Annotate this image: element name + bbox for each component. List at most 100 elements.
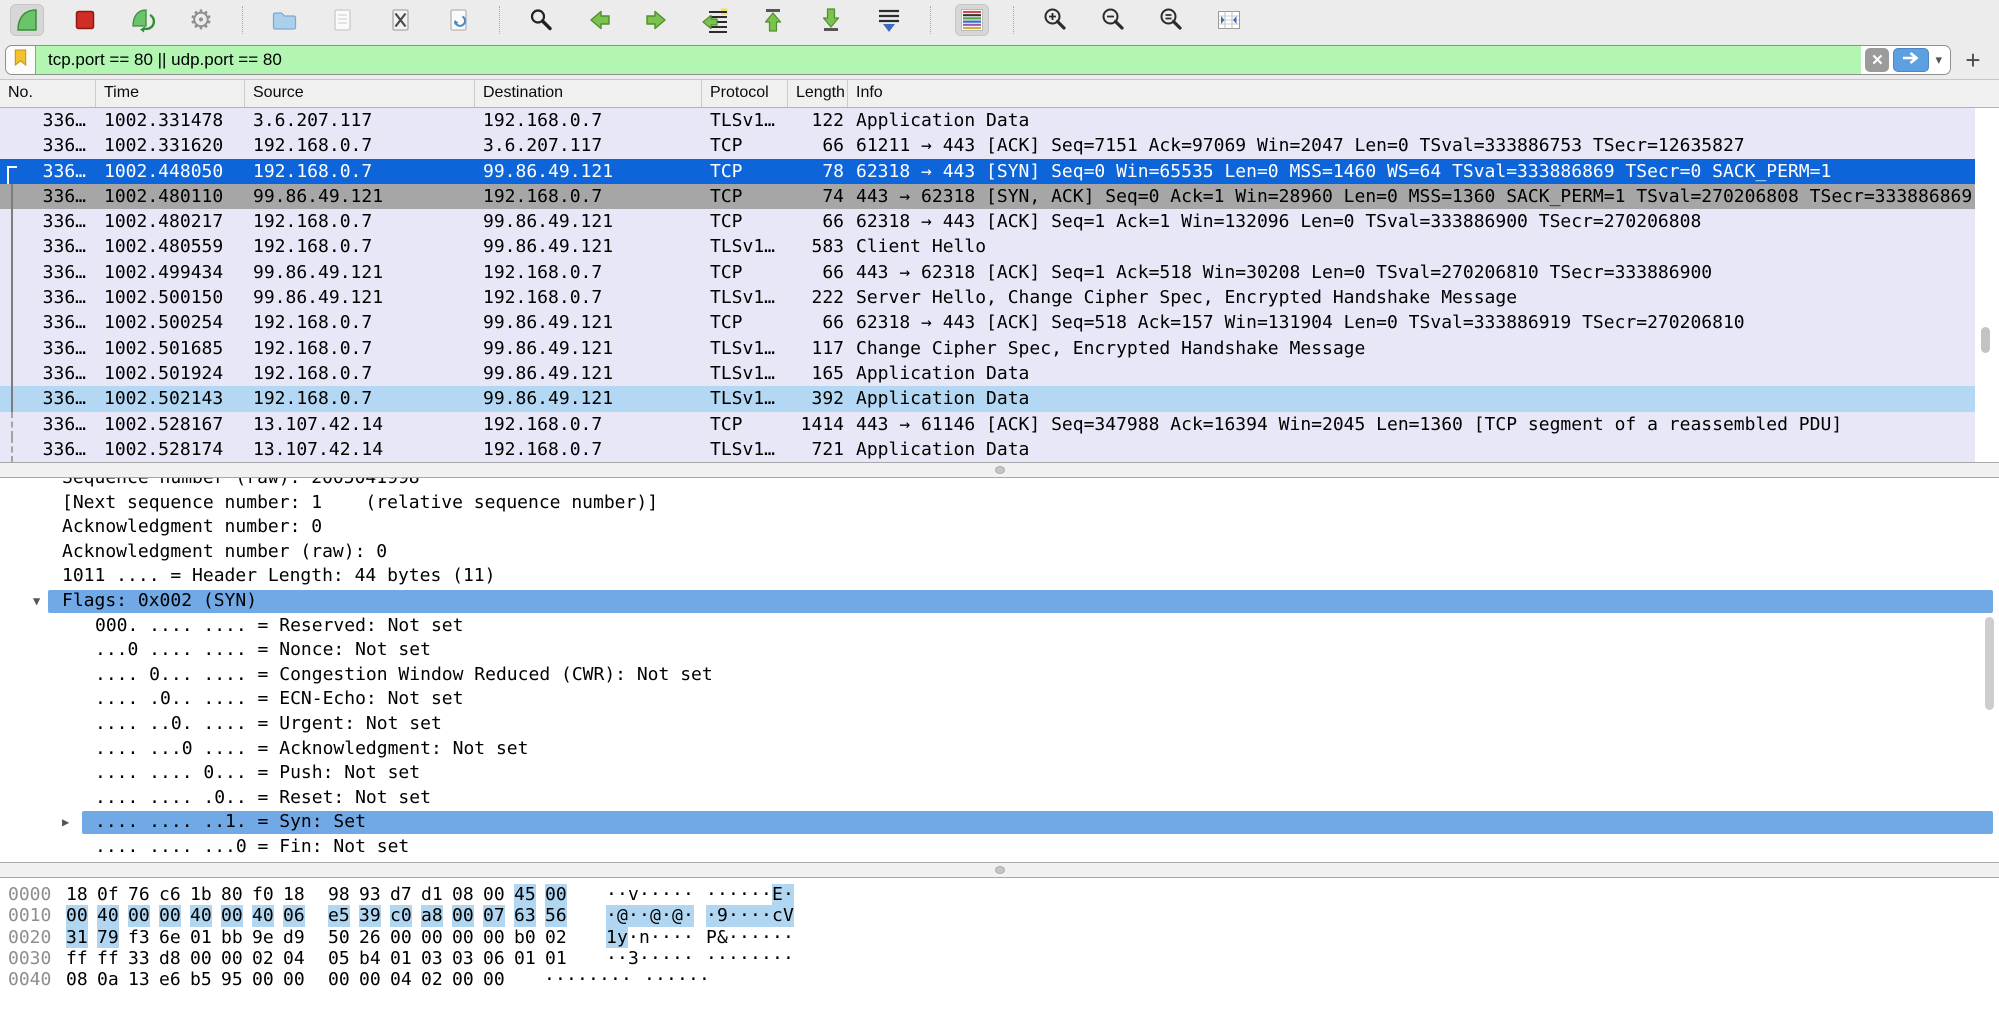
expand-arrow-icon[interactable]: ▶ [62, 810, 69, 835]
restart-capture-button[interactable] [126, 4, 160, 36]
detail-line[interactable]: .... ..0. .... = Urgent: Not set [0, 712, 1999, 737]
packet-row[interactable]: 336…1002.3314783.6.207.117192.168.0.7TLS… [0, 108, 1975, 133]
apply-filter-button[interactable] [1893, 48, 1929, 72]
detail-line[interactable]: 000. .... .... = Reserved: Not set [0, 614, 1999, 639]
packet-row[interactable]: 336…1002.52817413.107.42.14192.168.0.7TL… [0, 437, 1975, 462]
go-to-packet-button[interactable] [698, 4, 732, 36]
go-back-button[interactable] [582, 4, 616, 36]
reload-file-button[interactable] [441, 4, 475, 36]
column-header-protocol[interactable]: Protocol [702, 80, 788, 107]
pane-splitter-bottom[interactable] [0, 862, 1999, 878]
detail-text: ...0 .... .... = Nonce: Not set [95, 638, 431, 663]
go-last-packet-button[interactable] [814, 4, 848, 36]
column-header-no[interactable]: No. [0, 80, 96, 107]
detail-line[interactable]: .... .... .0.. = Reset: Not set [0, 786, 1999, 811]
no-cell: 336… [0, 108, 96, 133]
open-file-button[interactable] [267, 4, 301, 36]
packet-row[interactable]: 336…1002.50015099.86.49.121192.168.0.7TL… [0, 285, 1975, 310]
resize-columns-button[interactable] [1212, 4, 1246, 36]
protocol-cell: TLSv1… [702, 336, 788, 361]
colorize-button[interactable] [955, 4, 989, 36]
detail-line[interactable]: .... .... ...0 = Fin: Not set [0, 835, 1999, 860]
packet-row[interactable]: 336…1002.501924192.168.0.799.86.49.121TL… [0, 361, 1975, 386]
time-cell: 1002.528174 [96, 437, 245, 462]
find-packet-button[interactable] [524, 4, 558, 36]
go-first-packet-button[interactable] [756, 4, 790, 36]
packet-row[interactable]: 336…1002.480559192.168.0.799.86.49.121TL… [0, 234, 1975, 259]
detail-line[interactable]: Acknowledgment number (raw): 0 [0, 540, 1999, 565]
stop-capture-button[interactable] [68, 4, 102, 36]
info-cell: Change Cipher Spec, Encrypted Handshake … [848, 336, 1975, 361]
packet-row[interactable]: 336…1002.480217192.168.0.799.86.49.121TC… [0, 209, 1975, 234]
detail-line[interactable]: .... .0.. .... = ECN-Echo: Not set [0, 687, 1999, 712]
hex-row[interactable]: 00203179f36e01bb9ed9502600000000b0021y·n… [0, 927, 1999, 948]
collapse-arrow-icon[interactable]: ▼ [33, 589, 40, 614]
column-header-destination[interactable]: Destination [475, 80, 702, 107]
info-cell: Application Data [848, 437, 1975, 462]
detail-line[interactable]: Acknowledgment number: 0 [0, 515, 1999, 540]
detail-line[interactable]: ▶.... .... ..1. = Syn: Set [0, 810, 1999, 835]
destination-cell: 99.86.49.121 [475, 336, 702, 361]
arrow-up-bar-icon [759, 6, 787, 34]
go-forward-button[interactable] [640, 4, 674, 36]
detail-line[interactable]: .... ...0 .... = Acknowledgment: Not set [0, 737, 1999, 762]
length-cell: 66 [788, 260, 848, 285]
column-header-info[interactable]: Info [848, 80, 1975, 107]
no-cell: 336… [0, 260, 96, 285]
column-header-length[interactable]: Length [788, 80, 848, 107]
detail-line[interactable]: ...0 .... .... = Nonce: Not set [0, 638, 1999, 663]
packet-row[interactable]: 336…1002.501685192.168.0.799.86.49.121TL… [0, 336, 1975, 361]
length-cell: 583 [788, 234, 848, 259]
packet-row[interactable]: 336…1002.448050192.168.0.799.86.49.121TC… [0, 159, 1975, 184]
packet-row[interactable]: 336…1002.52816713.107.42.14192.168.0.7TC… [0, 412, 1975, 437]
destination-cell: 99.86.49.121 [475, 234, 702, 259]
length-cell: 78 [788, 159, 848, 184]
time-cell: 1002.480217 [96, 209, 245, 234]
detail-line[interactable]: .... .... 0... = Push: Not set [0, 761, 1999, 786]
save-file-button[interactable] [325, 4, 359, 36]
filter-bookmark-button[interactable] [6, 46, 36, 74]
packet-row[interactable]: 336…1002.502143192.168.0.799.86.49.121TL… [0, 386, 1975, 411]
details-scrollbar-thumb[interactable] [1985, 617, 1994, 710]
hex-row[interactable]: 0000180f76c61b80f0189893d7d108004500··v·… [0, 884, 1999, 905]
close-file-button[interactable] [383, 4, 417, 36]
time-cell: 1002.331620 [96, 133, 245, 158]
filter-dropdown-button[interactable]: ▾ [1933, 52, 1944, 68]
detail-line[interactable]: [Next sequence number: 1 (relative seque… [0, 491, 1999, 516]
display-filter-input[interactable]: tcp.port == 80 || udp.port == 80 [36, 46, 1861, 74]
zoom-100-button[interactable] [1154, 4, 1188, 36]
protocol-cell: TCP [702, 159, 788, 184]
protocol-cell: TLSv1… [702, 361, 788, 386]
no-cell: 336… [0, 437, 96, 462]
time-cell: 1002.499434 [96, 260, 245, 285]
source-cell: 99.86.49.121 [245, 285, 475, 310]
column-header-time[interactable]: Time [96, 80, 245, 107]
add-filter-button[interactable]: + [1957, 43, 1989, 77]
capture-options-button[interactable]: ⚙ [184, 4, 218, 36]
start-capture-button[interactable] [10, 4, 44, 36]
toolbar-separator [499, 6, 500, 34]
ascii-bytes: ··3············· [606, 948, 794, 969]
packet-row[interactable]: 336…1002.49943499.86.49.121192.168.0.7TC… [0, 260, 1975, 285]
detail-line[interactable]: Sequence number (raw): 2005041998 [0, 478, 1999, 491]
column-header-source[interactable]: Source [245, 80, 475, 107]
detail-line[interactable]: 1011 .... = Header Length: 44 bytes (11) [0, 564, 1999, 589]
zoom-out-button[interactable] [1096, 4, 1130, 36]
packet-row[interactable]: 336…1002.500254192.168.0.799.86.49.121TC… [0, 310, 1975, 335]
packet-row[interactable]: 336…1002.48011099.86.49.121192.168.0.7TC… [0, 184, 1975, 209]
toolbar-separator [242, 6, 243, 34]
zoom-in-button[interactable] [1038, 4, 1072, 36]
hex-row[interactable]: 0030ffff33d80000020405b4010303060101··3·… [0, 948, 1999, 969]
time-cell: 1002.480559 [96, 234, 245, 259]
packet-row[interactable]: 336…1002.331620192.168.0.73.6.207.117TCP… [0, 133, 1975, 158]
clear-filter-button[interactable]: ✕ [1865, 48, 1889, 72]
display-filter-field[interactable]: tcp.port == 80 || udp.port == 80 ✕ ▾ [5, 45, 1951, 75]
detail-line[interactable]: ▼Flags: 0x002 (SYN) [0, 589, 1999, 614]
packet-list-scrollbar-thumb[interactable] [1981, 327, 1990, 353]
hex-row[interactable]: 0040080a13e6b5950000000004020000········… [0, 969, 1999, 990]
auto-scroll-button[interactable] [872, 4, 906, 36]
detail-line[interactable]: .... 0... .... = Congestion Window Reduc… [0, 663, 1999, 688]
pane-splitter-top[interactable] [0, 462, 1999, 478]
hex-row[interactable]: 00100040000040004006e539c0a800076356·@··… [0, 905, 1999, 926]
time-cell: 1002.500254 [96, 310, 245, 335]
